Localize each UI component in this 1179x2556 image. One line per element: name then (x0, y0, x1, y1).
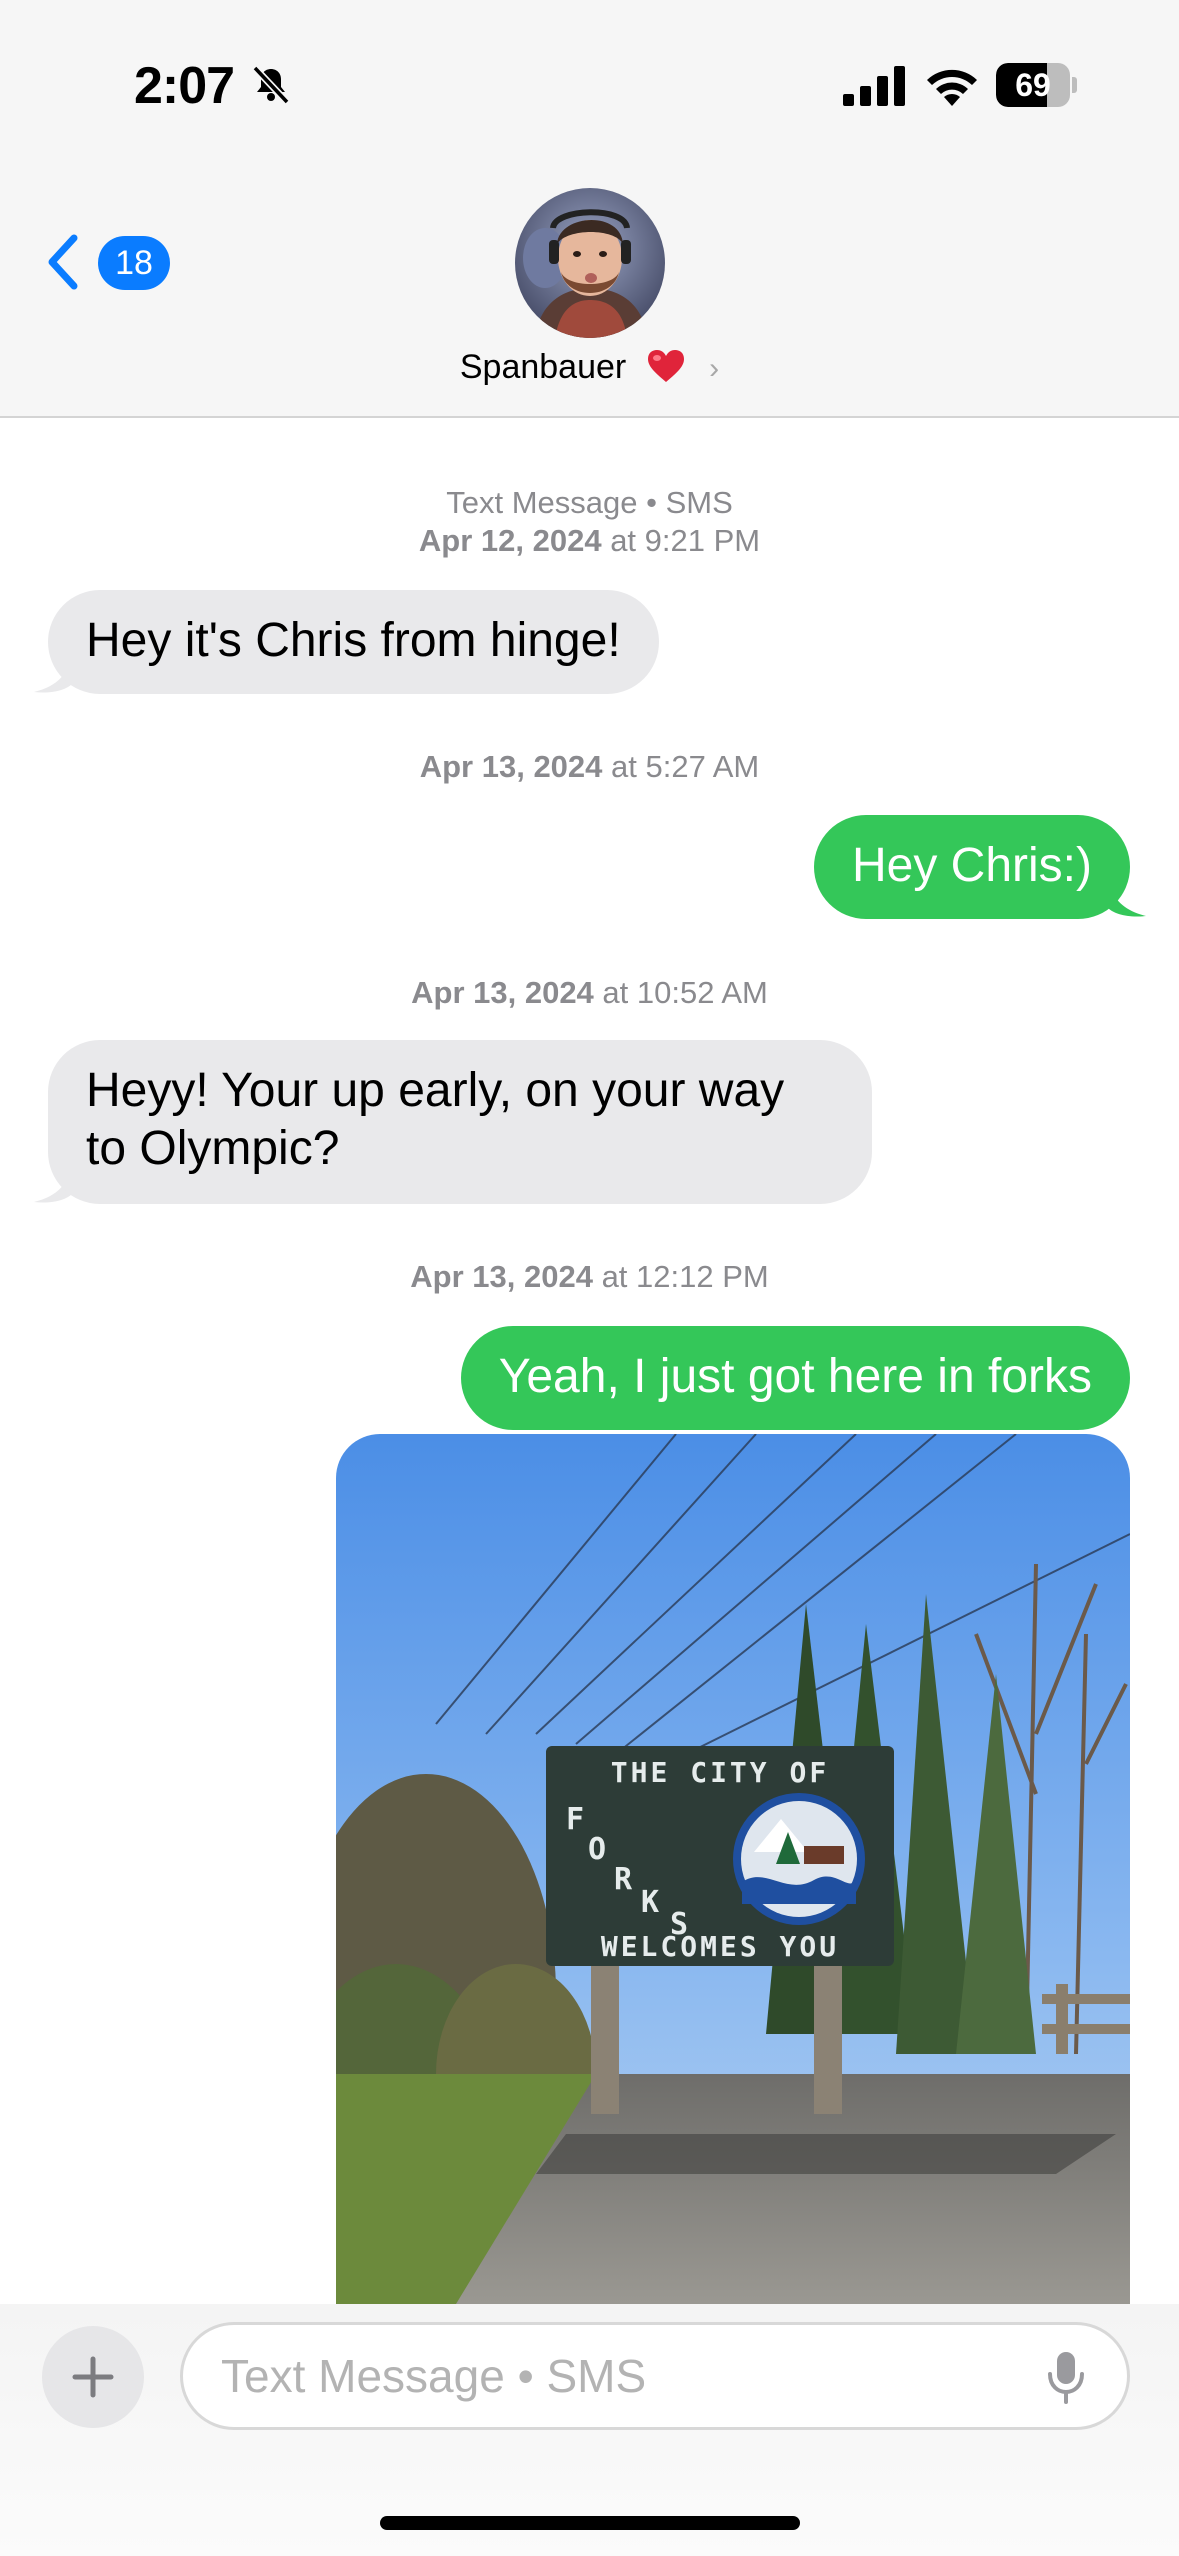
status-bar: 2:07 69 (0, 0, 1179, 170)
contact-name: Spanbauer (459, 348, 627, 386)
status-time: 2:07 (134, 57, 235, 115)
message-input[interactable] (180, 2322, 1130, 2430)
chevron-right-icon: › (709, 352, 720, 385)
battery-percent: 69 (1015, 67, 1051, 103)
microphone-icon[interactable] (1046, 2350, 1086, 2406)
sign-letter: K (641, 1885, 659, 1920)
sign-letter: F (566, 1802, 584, 1837)
sign-letter: R (614, 1862, 633, 1897)
conversation-header: 18 Spanbauer › (0, 170, 1179, 418)
timestamp-date: Apr 13, 2024 (419, 749, 603, 784)
message-bubble-received[interactable]: Hey it's Chris from hinge! (48, 590, 659, 694)
timestamp-date: Apr 13, 2024 (411, 975, 594, 1010)
bell-slash-icon (252, 65, 290, 105)
photo-attachment[interactable]: THE CITY OF F O R K S WELCOMES YOU (336, 1434, 1130, 2304)
chevron-left-icon (48, 234, 78, 290)
message-bubble-sent[interactable]: Hey Chris:) (813, 815, 1130, 919)
forks-welcome-sign-photo: THE CITY OF F O R K S WELCOMES YOU (336, 1434, 1130, 2304)
timestamp-time: at 12:12 PM (601, 1259, 769, 1294)
service-label: Text Message • SMS (446, 485, 733, 520)
home-indicator[interactable] (380, 2516, 800, 2530)
add-attachment-button[interactable] (42, 2326, 144, 2428)
timestamp-date: Apr 13, 2024 (410, 1259, 593, 1294)
message-bubble-sent[interactable]: Yeah, I just got here in forks (460, 1326, 1130, 1430)
message-text-line: Heyy! Your up early, on your way (86, 1064, 785, 1117)
sign-letter: O (588, 1832, 606, 1867)
heart-icon (647, 350, 684, 382)
timestamp-date: Apr 12, 2024 (418, 523, 602, 558)
timestamp: Apr 13, 2024 at 12:12 PM (0, 1258, 1179, 1296)
cellular-signal-icon (843, 66, 905, 106)
timestamp: Apr 13, 2024 at 5:27 AM (0, 748, 1179, 786)
sign-text-top: THE CITY OF (611, 1756, 829, 1789)
back-button[interactable]: 18 (44, 224, 184, 304)
wifi-icon (927, 69, 977, 106)
timestamp-time: at 5:27 AM (611, 749, 760, 784)
unread-count-badge: 18 (98, 236, 170, 290)
sign-text-bottom: WELCOMES YOU (601, 1930, 839, 1963)
avatar[interactable] (515, 188, 665, 338)
timestamp: Apr 13, 2024 at 10:52 AM (0, 974, 1179, 1012)
contact-photo (515, 188, 665, 338)
timestamp-time: at 10:52 AM (602, 975, 768, 1010)
timestamp-time: at 9:21 PM (610, 523, 761, 558)
message-bubble-received[interactable]: Heyy! Your up early, on your way to Olym… (48, 1040, 872, 1204)
plus-icon (72, 2356, 114, 2398)
message-text-line: to Olympic? (86, 1122, 340, 1175)
contact-name-button[interactable]: Spanbauer › (0, 348, 1179, 387)
battery-indicator: 69 (996, 63, 1077, 107)
timestamp: Apr 12, 2024 at 9:21 PM (0, 522, 1179, 560)
